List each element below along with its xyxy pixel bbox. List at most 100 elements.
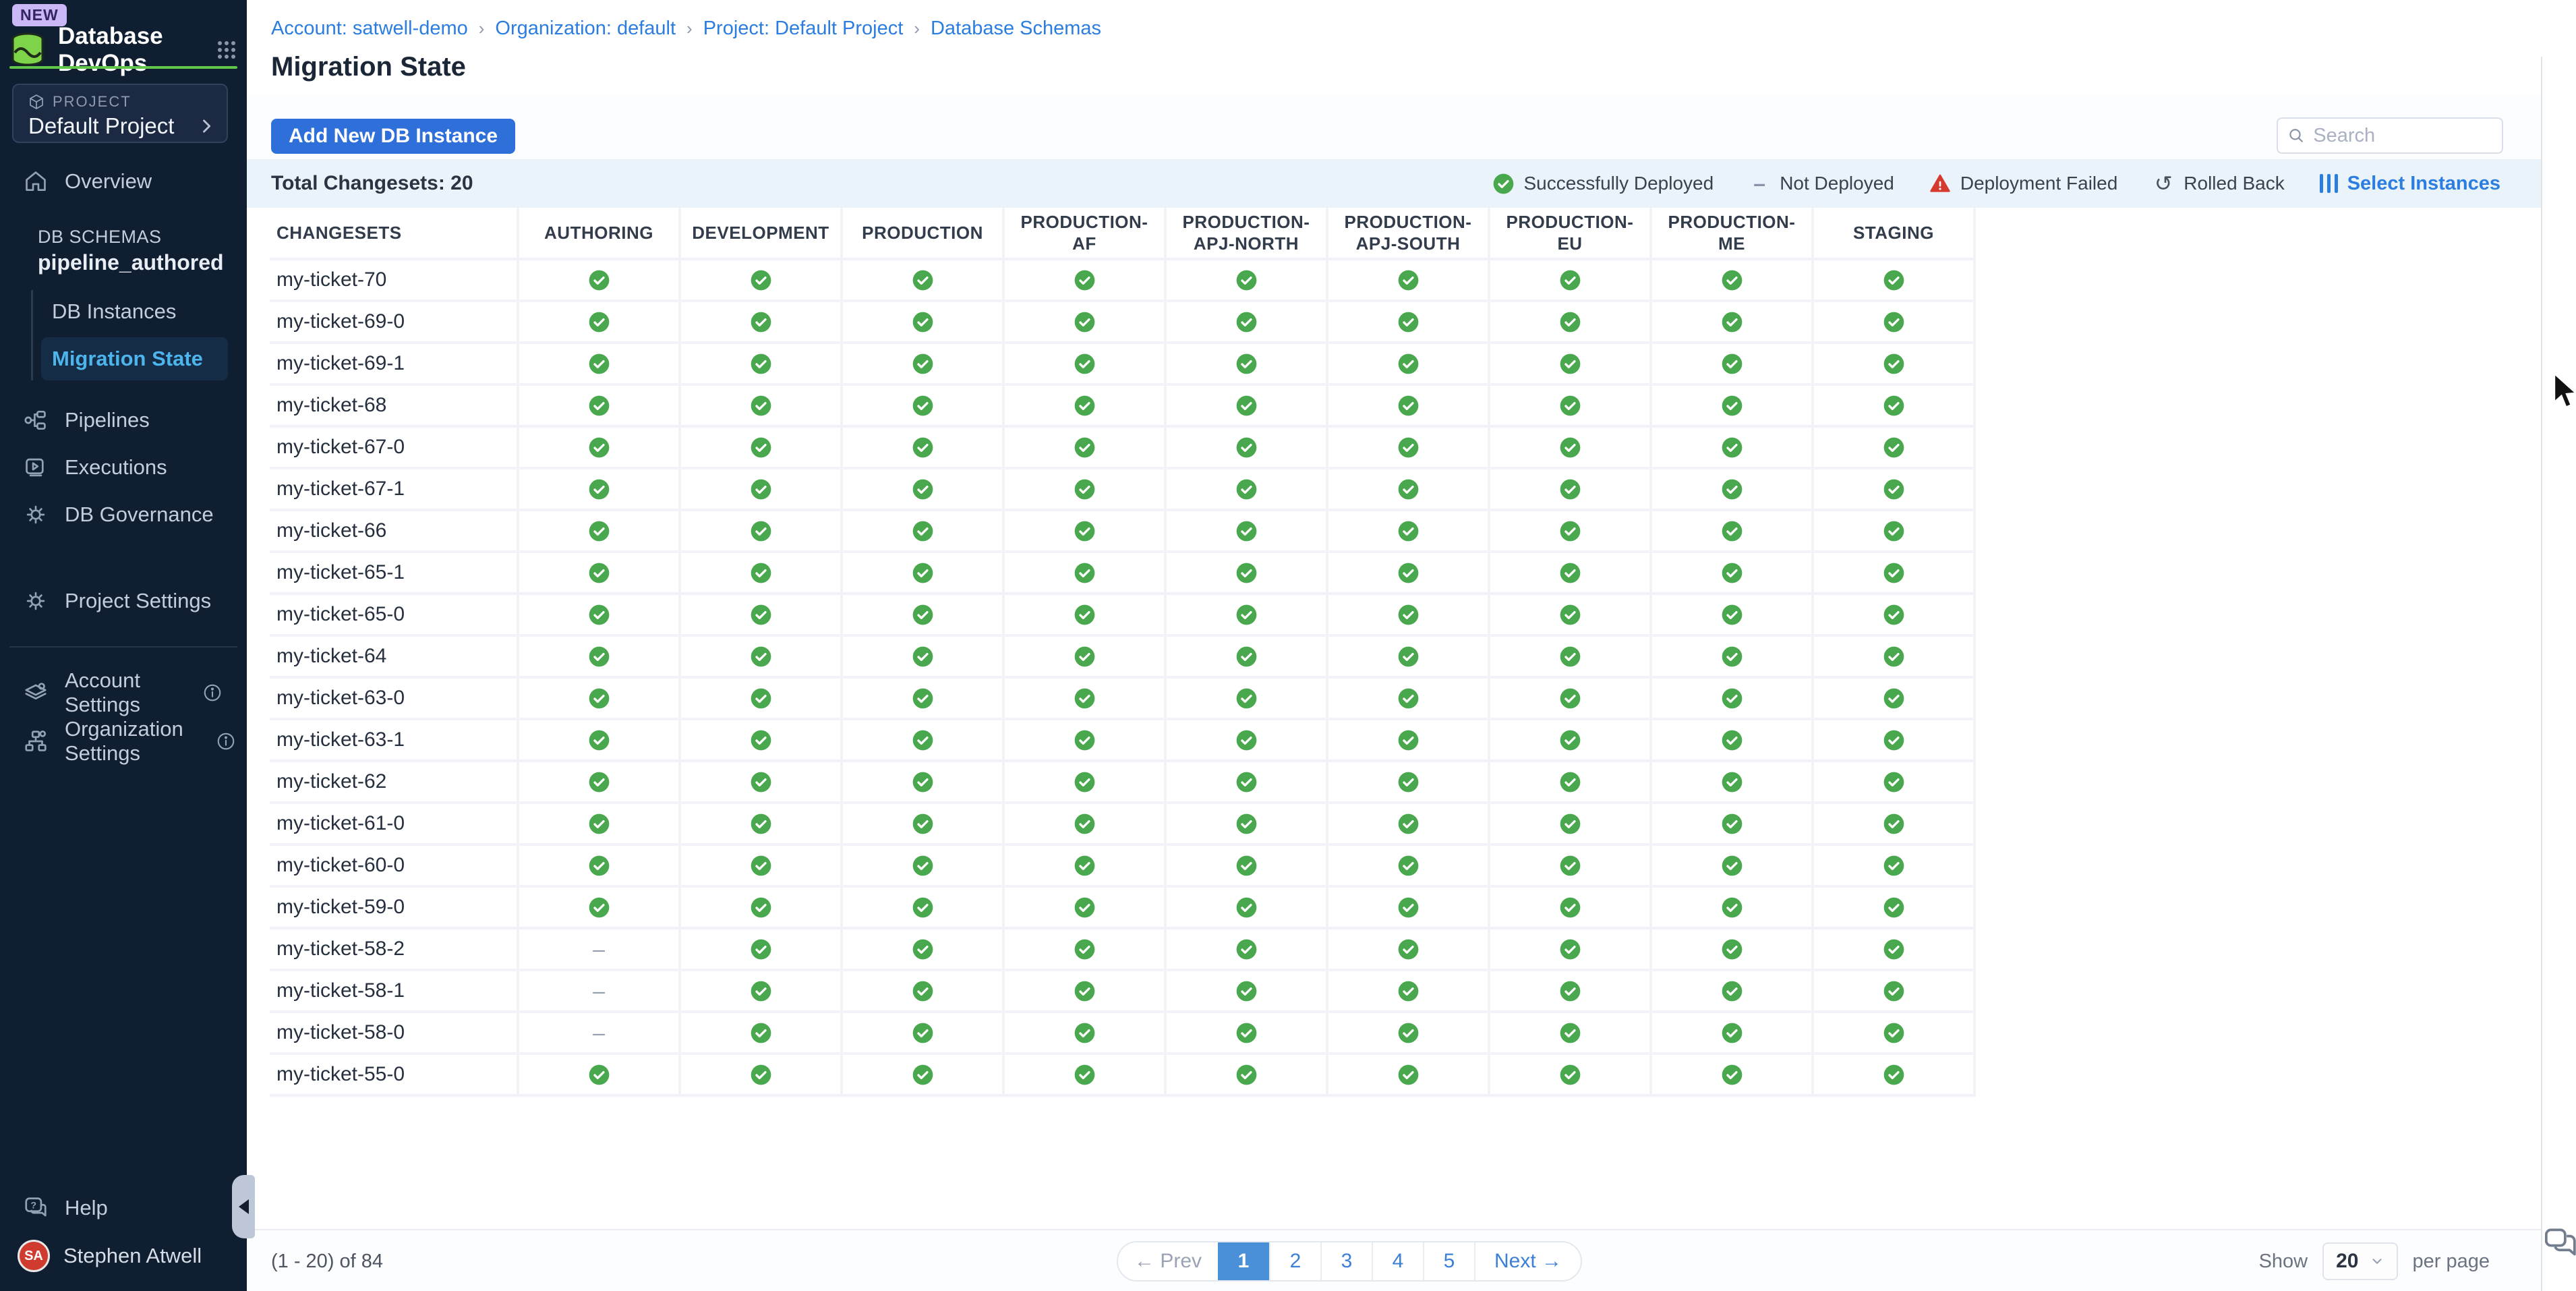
sidebar-item-organization-settings[interactable]: Organization Settings xyxy=(0,719,247,764)
main-content: Account: satwell-demo›Organization: defa… xyxy=(247,0,2541,1291)
status-cell xyxy=(519,595,681,637)
not-deployed-dash-icon: – xyxy=(1753,171,1765,196)
status-cell xyxy=(843,1055,1005,1097)
success-check-icon xyxy=(1398,395,1419,416)
sidebar-item-overview[interactable]: Overview xyxy=(0,159,247,204)
account-settings-icon xyxy=(23,680,49,706)
success-check-icon xyxy=(1883,939,1904,960)
chat-support-widget-icon[interactable] xyxy=(2542,1224,2576,1261)
status-cell xyxy=(681,762,843,804)
success-check-icon xyxy=(1074,981,1095,1002)
sidebar-item-help[interactable]: ? Help xyxy=(0,1186,247,1230)
success-check-icon xyxy=(1074,939,1095,960)
table-row: my-ticket-67-0 xyxy=(270,428,1976,469)
success-check-icon xyxy=(1560,479,1581,500)
success-check-icon xyxy=(1074,521,1095,542)
chevron-right-icon xyxy=(197,117,216,136)
status-cell xyxy=(1328,679,1490,720)
page-button-3[interactable]: 3 xyxy=(1320,1242,1372,1280)
status-legend: Successfully Deployed–Not Deployed Deplo… xyxy=(1492,173,2284,194)
page-button-5[interactable]: 5 xyxy=(1423,1242,1474,1280)
success-check-icon xyxy=(751,730,771,751)
success-check-icon xyxy=(1883,813,1904,834)
sidebar-item-label: DB Instances xyxy=(52,299,176,324)
select-instances-label: Select Instances xyxy=(2347,173,2500,195)
success-check-icon xyxy=(1074,897,1095,918)
status-cell xyxy=(1167,720,1328,762)
page-size-select[interactable]: 20 xyxy=(2322,1242,2397,1280)
sidebar: NEW Database DevOps PRO xyxy=(0,0,247,1291)
sidebar-collapse-handle[interactable] xyxy=(232,1175,255,1238)
status-cell xyxy=(843,302,1005,344)
select-instances-button[interactable]: Select Instances xyxy=(2320,173,2500,195)
breadcrumb-link[interactable]: Project: Default Project xyxy=(703,18,904,40)
changeset-name: my-ticket-68 xyxy=(270,386,519,428)
page-button-4[interactable]: 4 xyxy=(1372,1242,1423,1280)
sidebar-item-db-governance[interactable]: DB Governance xyxy=(0,492,247,537)
status-cell xyxy=(681,428,843,469)
app-grid-icon[interactable] xyxy=(216,39,237,61)
success-check-icon xyxy=(1883,981,1904,1002)
status-cell xyxy=(1328,386,1490,428)
info-icon[interactable] xyxy=(202,683,223,703)
status-cell xyxy=(1005,1013,1167,1055)
sidebar-item-account-settings[interactable]: Account Settings xyxy=(0,670,247,715)
status-cell xyxy=(1167,804,1328,846)
column-header: CHANGESETS xyxy=(270,208,519,260)
success-check-icon xyxy=(1074,813,1095,834)
prev-page-button[interactable]: ← Prev xyxy=(1118,1242,1218,1280)
governance-gear-icon xyxy=(23,502,49,527)
add-db-instance-button[interactable]: Add New DB Instance xyxy=(271,119,515,154)
status-cell xyxy=(1328,469,1490,511)
sidebar-divider xyxy=(9,646,237,648)
next-page-button[interactable]: Next → xyxy=(1474,1242,1581,1280)
page-button-1[interactable]: 1 xyxy=(1218,1242,1269,1280)
success-check-icon xyxy=(751,813,771,834)
success-check-icon xyxy=(1398,897,1419,918)
success-check-icon xyxy=(1398,813,1419,834)
sidebar-item-label: Migration State xyxy=(52,347,203,371)
project-selector[interactable]: PROJECT Default Project xyxy=(12,84,228,143)
status-cell xyxy=(1814,888,1976,929)
breadcrumb-link[interactable]: Account: satwell-demo xyxy=(271,18,468,40)
table-row: my-ticket-61-0 xyxy=(270,804,1976,846)
page-button-2[interactable]: 2 xyxy=(1269,1242,1320,1280)
status-cell xyxy=(1167,260,1328,302)
sidebar-item-db-schemas[interactable]: DB SCHEMAS pipeline_authored xyxy=(0,219,247,283)
sidebar-item-executions[interactable]: Executions xyxy=(0,445,247,490)
status-cell xyxy=(519,637,681,679)
changeset-name: my-ticket-67-0 xyxy=(270,428,519,469)
status-cell xyxy=(843,428,1005,469)
sidebar-item-project-settings[interactable]: Project Settings xyxy=(0,579,247,623)
table-row: my-ticket-70 xyxy=(270,260,1976,302)
success-check-icon xyxy=(1398,563,1419,583)
search-box[interactable] xyxy=(2277,117,2503,154)
status-cell xyxy=(1490,929,1652,971)
success-check-icon xyxy=(1236,981,1257,1002)
status-cell xyxy=(681,344,843,386)
status-cell xyxy=(843,762,1005,804)
breadcrumb-link[interactable]: Database Schemas xyxy=(931,18,1101,40)
success-check-icon xyxy=(1398,270,1419,291)
success-check-icon xyxy=(751,855,771,876)
success-check-icon xyxy=(751,270,771,291)
breadcrumb-link[interactable]: Organization: default xyxy=(495,18,676,40)
search-input[interactable] xyxy=(2313,125,2492,147)
status-cell xyxy=(681,553,843,595)
success-check-icon xyxy=(1074,563,1095,583)
sidebar-item-pipelines[interactable]: Pipelines xyxy=(0,398,247,442)
status-cell xyxy=(1005,929,1167,971)
sidebar-item-migration-state[interactable]: Migration State xyxy=(41,337,228,380)
status-cell xyxy=(1814,386,1976,428)
changeset-name: my-ticket-58-0 xyxy=(270,1013,519,1055)
user-menu[interactable]: SA Stephen Atwell xyxy=(0,1230,247,1282)
status-cell xyxy=(1490,762,1652,804)
changeset-name: my-ticket-65-0 xyxy=(270,595,519,637)
success-check-icon xyxy=(1883,604,1904,625)
status-cell xyxy=(1005,553,1167,595)
status-cell xyxy=(1167,511,1328,553)
column-header: PRODUCTION-APJ-NORTH xyxy=(1167,208,1328,260)
sidebar-item-db-instances[interactable]: DB Instances xyxy=(33,290,247,333)
info-icon[interactable] xyxy=(216,731,236,751)
status-cell xyxy=(519,302,681,344)
